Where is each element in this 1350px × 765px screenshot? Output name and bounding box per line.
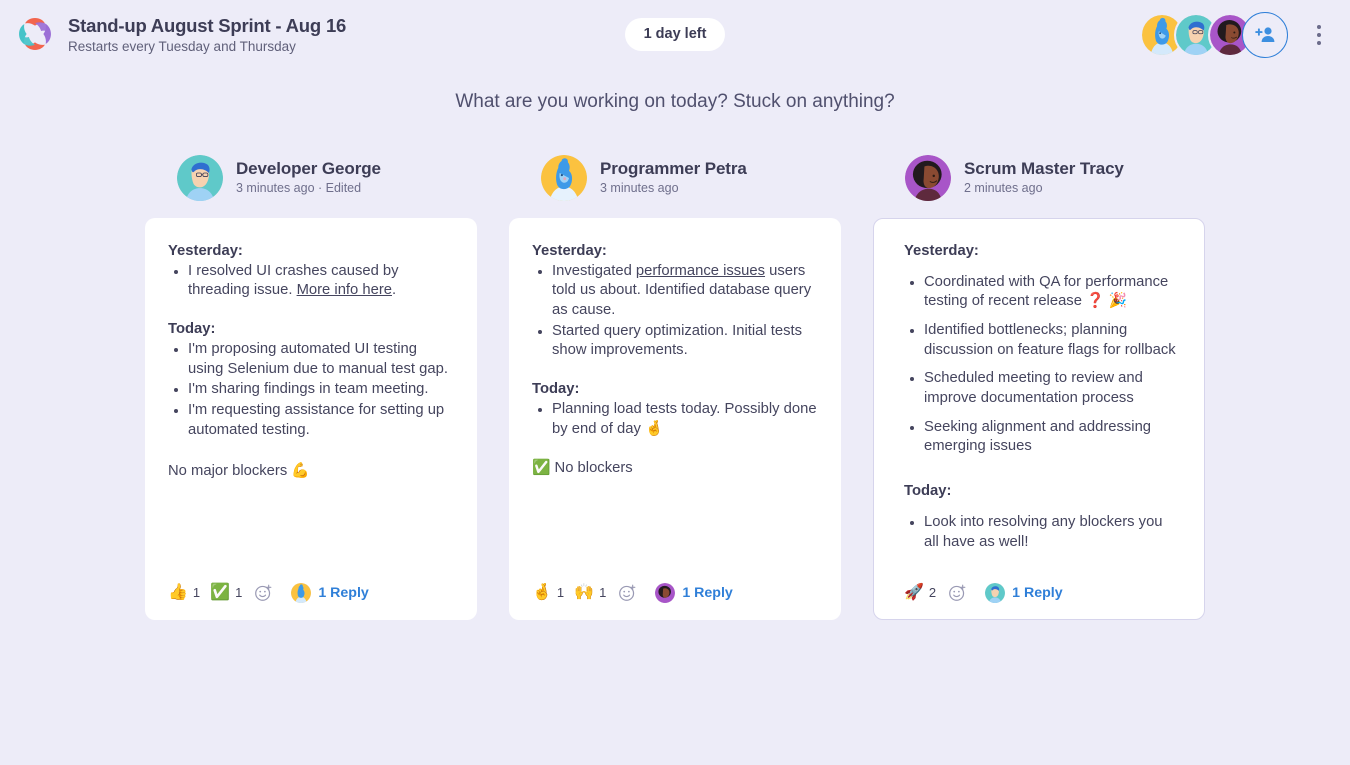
bullet-text: Investigated: [552, 262, 636, 279]
list-item: I'm proposing automated UI testing using…: [170, 340, 454, 379]
standup-column-george: Developer George 3 minutes ago · Edited …: [145, 152, 477, 620]
avatar-petra[interactable]: [541, 154, 587, 201]
reply-link[interactable]: 1 Reply: [985, 582, 1063, 603]
yesterday-bullet-list: Coordinated with QA for performance test…: [906, 273, 1178, 457]
list-item: I'm requesting assistance for setting up…: [170, 401, 454, 440]
reaction-count: 1: [556, 585, 565, 601]
header-actions: [1140, 11, 1336, 58]
author-timestamp: 2 minutes ago: [964, 180, 1043, 195]
list-item: Seeking alignment and addressing emergin…: [906, 418, 1178, 457]
card-body: Yesterday: Coordinated with QA for perfo…: [904, 243, 1178, 569]
section-label-yesterday: Yesterday:: [168, 242, 243, 259]
days-left-badge: 1 day left: [624, 18, 726, 51]
title-column: Stand-up August Sprint - Aug 16 Restarts…: [68, 14, 346, 56]
author-header: Scrum Master Tracy 2 minutes ago: [873, 152, 1205, 218]
avatar-tracy[interactable]: [905, 154, 951, 201]
list-item: Identified bottlenecks; planning discuss…: [906, 321, 1178, 360]
thumbs-up-reaction[interactable]: 👍 1: [168, 583, 201, 601]
author-name: Scrum Master Tracy: [964, 159, 1124, 179]
avatar-george: [985, 582, 1006, 603]
reaction-bar: 👍 1 ✅ 1 1 Reply: [168, 569, 454, 603]
raised-hands-reaction[interactable]: 🙌 1: [574, 583, 607, 601]
list-item: Investigated performance issues users to…: [534, 262, 818, 321]
page-subtitle: Restarts every Tuesday and Thursday: [68, 38, 296, 54]
card-body: Yesterday: I resolved UI crashes caused …: [168, 243, 454, 569]
avatar-petra: [291, 582, 312, 603]
author-header: Developer George 3 minutes ago · Edited: [145, 152, 477, 218]
standup-card[interactable]: Yesterday: Investigated performance issu…: [509, 217, 841, 620]
reply-link[interactable]: 1 Reply: [291, 582, 369, 603]
author-timestamp: 3 minutes ago: [600, 180, 679, 195]
blockers-note: ✅ No blockers: [532, 460, 633, 477]
check-mark-reaction[interactable]: ✅ 1: [210, 583, 243, 601]
author-meta: Developer George 3 minutes ago · Edited: [236, 159, 381, 196]
reaction-bar: 🚀 2 1 Reply: [904, 569, 1178, 603]
performance-issues-link[interactable]: performance issues: [636, 263, 765, 279]
author-meta: Programmer Petra 3 minutes ago: [600, 159, 747, 196]
today-bullet-list: Look into resolving any blockers you all…: [906, 513, 1178, 552]
bullet-text-tail: .: [392, 282, 397, 299]
reply-count-label: 1 Reply: [318, 584, 369, 601]
list-item: Scheduled meeting to review and improve …: [906, 369, 1178, 408]
reaction-count: 1: [235, 585, 243, 601]
add-reaction-icon[interactable]: [618, 583, 637, 602]
today-bullet-list: I'm proposing automated UI testing using…: [170, 340, 454, 440]
list-item: I resolved UI crashes caused by threadin…: [170, 262, 454, 301]
author-header: Programmer Petra 3 minutes ago: [509, 152, 841, 218]
card-body: Yesterday: Investigated performance issu…: [532, 243, 818, 569]
rocket-icon: 🚀: [904, 583, 924, 601]
app-header: Stand-up August Sprint - Aug 16 Restarts…: [0, 0, 1350, 69]
author-name: Developer George: [236, 159, 381, 179]
reply-link[interactable]: 1 Reply: [655, 582, 733, 603]
list-item: Look into resolving any blockers you all…: [906, 513, 1178, 552]
list-item: Planning load tests today. Possibly done…: [534, 400, 818, 439]
brand-block: Stand-up August Sprint - Aug 16 Restarts…: [8, 14, 346, 56]
standup-column-petra: Programmer Petra 3 minutes ago Yesterday…: [509, 152, 841, 620]
section-label-today: Today:: [168, 321, 216, 338]
author-name: Programmer Petra: [600, 159, 747, 179]
author-meta: Scrum Master Tracy 2 minutes ago: [964, 159, 1124, 196]
section-label-yesterday: Yesterday:: [532, 242, 607, 259]
section-label-today: Today:: [904, 483, 952, 500]
reply-count-label: 1 Reply: [1012, 584, 1063, 601]
pinwheel-logo-icon: [16, 15, 54, 53]
list-item: I'm sharing findings in team meeting.: [170, 380, 454, 400]
yesterday-bullet-list: I resolved UI crashes caused by threadin…: [170, 262, 454, 301]
reaction-count: 1: [599, 585, 607, 601]
check-mark-icon: ✅: [210, 583, 231, 601]
reaction-count: 2: [928, 585, 937, 601]
add-reaction-icon[interactable]: [948, 583, 967, 602]
today-bullet-list: Planning load tests today. Possibly done…: [534, 400, 818, 439]
rocket-reaction[interactable]: 🚀 2: [904, 583, 937, 601]
avatar-tracy: [655, 582, 676, 603]
standup-card[interactable]: Yesterday: I resolved UI crashes caused …: [145, 217, 477, 620]
standup-prompt: What are you working on today? Stuck on …: [455, 91, 895, 112]
participant-avatar-stack[interactable]: [1140, 11, 1288, 58]
raised-hands-icon: 🙌: [574, 583, 595, 601]
add-person-icon: [1255, 26, 1275, 42]
yesterday-bullet-list: Investigated performance issues users to…: [534, 262, 818, 361]
add-reaction-icon[interactable]: [254, 583, 273, 602]
avatar-george[interactable]: [177, 154, 223, 201]
reaction-bar: 🤞 1 🙌 1 1 Reply: [532, 569, 818, 603]
crossed-fingers-icon: 🤞: [532, 583, 552, 601]
author-timestamp: 3 minutes ago · Edited: [236, 180, 362, 195]
list-item: Started query optimization. Initial test…: [534, 322, 818, 361]
more-info-link[interactable]: More info here: [297, 282, 392, 298]
standup-column-tracy: Scrum Master Tracy 2 minutes ago Yesterd…: [873, 152, 1205, 620]
page-title: Stand-up August Sprint - Aug 16: [68, 14, 347, 36]
section-label-yesterday: Yesterday:: [904, 242, 979, 259]
standup-columns: Developer George 3 minutes ago · Edited …: [0, 115, 1350, 620]
crossed-fingers-reaction[interactable]: 🤞 1: [532, 583, 565, 601]
reply-count-label: 1 Reply: [682, 584, 733, 601]
thumbs-up-icon: 👍: [168, 583, 188, 601]
standup-card[interactable]: Yesterday: Coordinated with QA for perfo…: [873, 217, 1205, 620]
blockers-note: No major blockers 💪: [168, 463, 310, 480]
reaction-count: 1: [192, 585, 201, 601]
add-person-button[interactable]: [1242, 11, 1288, 58]
section-label-today: Today:: [532, 381, 580, 398]
kebab-menu-icon[interactable]: [1302, 16, 1336, 54]
list-item: Coordinated with QA for performance test…: [906, 273, 1178, 312]
